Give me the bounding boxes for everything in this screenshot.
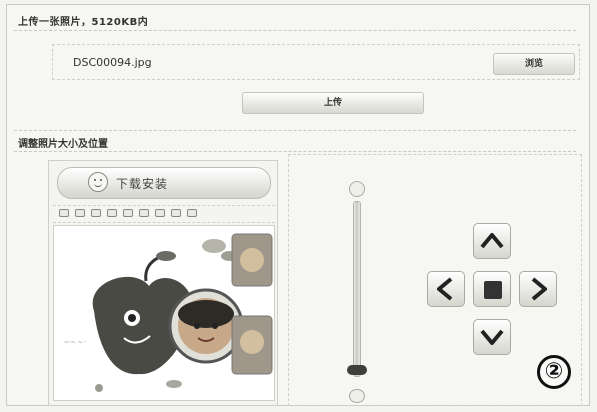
- editor-toolbar: [53, 205, 275, 223]
- install-button[interactable]: 下载安装: [57, 167, 271, 199]
- tool-icon[interactable]: [155, 209, 165, 217]
- tool-icon[interactable]: [187, 209, 197, 217]
- move-down-button[interactable]: [473, 319, 511, 355]
- install-label: 下载安装: [116, 177, 169, 191]
- center-button[interactable]: [473, 271, 511, 307]
- tool-icon[interactable]: [91, 209, 101, 217]
- tool-icon[interactable]: [75, 209, 85, 217]
- tool-icon[interactable]: [123, 209, 133, 217]
- zoom-slider[interactable]: [353, 201, 361, 377]
- upload-section-title: 上传一张照片，5120KB内: [18, 17, 149, 28]
- tool-icon[interactable]: [107, 209, 117, 217]
- move-left-button[interactable]: [427, 271, 465, 307]
- adjust-section-title: 调整照片大小及位置: [18, 139, 108, 150]
- step-number-badge: ②: [537, 355, 571, 389]
- arrow-right-icon: [531, 277, 547, 301]
- arrow-up-icon: [480, 233, 504, 249]
- arrow-down-icon: [480, 329, 504, 345]
- adjust-section-header: 调整照片大小及位置: [14, 130, 576, 152]
- move-up-button[interactable]: [473, 223, 511, 259]
- smiley-icon: [88, 172, 108, 192]
- tool-icon[interactable]: [139, 209, 149, 217]
- square-icon: [484, 281, 502, 299]
- photo-editor-panel: 下载安装 ~·~ ~ ·: [48, 160, 278, 406]
- tool-icon[interactable]: [59, 209, 69, 217]
- file-row: DSC00094.jpg 浏览: [52, 44, 580, 80]
- upload-section-header: 上传一张照片，5120KB内: [14, 10, 576, 31]
- arrow-left-icon: [437, 277, 453, 301]
- svg-text:~·~ ~ ·: ~·~ ~ ·: [64, 339, 87, 346]
- tool-icon[interactable]: [171, 209, 181, 217]
- zoom-slider-handle[interactable]: [347, 365, 367, 375]
- cartoon-photo-frame-illustration: ~·~ ~ ·: [64, 233, 273, 392]
- browse-button[interactable]: 浏览: [493, 53, 575, 75]
- zoom-in-icon[interactable]: [349, 181, 365, 197]
- photo-canvas[interactable]: ~·~ ~ ·: [53, 225, 275, 401]
- file-path-input[interactable]: DSC00094.jpg: [73, 55, 463, 71]
- position-controls-panel: ②: [288, 154, 582, 406]
- zoom-out-icon[interactable]: [349, 389, 365, 403]
- move-right-button[interactable]: [519, 271, 557, 307]
- upload-button[interactable]: 上传: [242, 92, 424, 114]
